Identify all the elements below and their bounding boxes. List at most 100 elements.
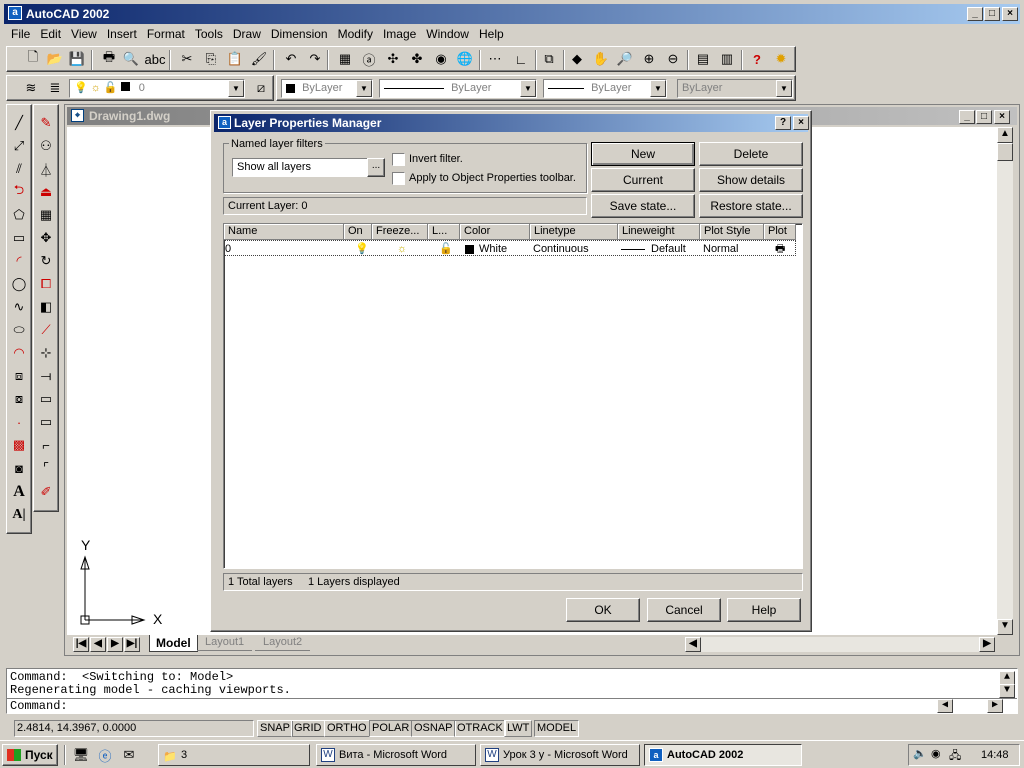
3d-orbit-icon[interactable]: ◉ — [431, 49, 451, 69]
print-preview-icon[interactable]: 🔍 — [121, 49, 141, 69]
menu-draw[interactable]: Draw — [228, 26, 266, 42]
task-word-2[interactable]: W Урок 3 у - Microsoft Word — [480, 744, 640, 766]
arc-icon[interactable]: ◜ — [9, 251, 29, 271]
delete-button[interactable]: Delete — [699, 142, 803, 166]
chevron-down-icon[interactable]: ▼ — [520, 80, 536, 97]
mirror-icon[interactable]: ⏃ — [36, 159, 56, 179]
menu-file[interactable]: File — [6, 26, 35, 42]
task-folder[interactable]: 📁 3 — [158, 744, 310, 766]
zoom-realtime-icon[interactable]: 🔎 — [615, 49, 635, 69]
design-center-icon[interactable]: ▦ — [335, 49, 355, 69]
polygon-icon[interactable]: ⬠ — [9, 205, 29, 225]
snap-toggle[interactable]: SNAP — [257, 720, 293, 737]
scroll-down-button[interactable]: ▼ — [997, 619, 1013, 635]
chevron-down-icon[interactable]: ▼ — [650, 80, 666, 97]
lock-open-icon[interactable]: 🔓 — [439, 241, 453, 257]
volume-icon[interactable]: 🔈 — [913, 747, 927, 760]
layer-previous-icon[interactable]: ≣ — [45, 78, 65, 98]
ellipse-arc-icon[interactable]: ◠ — [9, 343, 29, 363]
col-linetype[interactable]: Linetype — [530, 224, 618, 240]
object-snap-icon[interactable]: ✣ — [383, 49, 403, 69]
freeze-sun-icon[interactable]: ☼ — [397, 241, 407, 257]
line-icon[interactable]: ╱ — [9, 113, 29, 133]
layer-combo[interactable]: 💡 ☼ 🔓 0 ▼ — [69, 79, 245, 98]
maximize-button[interactable]: □ — [984, 7, 1000, 21]
chamfer-icon[interactable]: ⌐ — [36, 435, 56, 455]
distance-icon[interactable]: ∟ — [511, 49, 531, 69]
browse-web-icon[interactable]: ⓐ — [359, 49, 379, 69]
ie-icon[interactable]: ⓔ — [94, 744, 116, 766]
ucs-icon[interactable]: ⋯ — [485, 49, 505, 69]
task-autocad[interactable]: a AutoCAD 2002 — [644, 744, 802, 766]
copy-object-icon[interactable]: ⚇ — [36, 136, 56, 156]
copy-icon[interactable]: ⎘ — [201, 49, 221, 69]
col-lineweight[interactable]: Lineweight — [618, 224, 700, 240]
array-icon[interactable]: ▦ — [36, 205, 56, 225]
menu-format[interactable]: Format — [142, 26, 190, 42]
ellipse-icon[interactable]: ⬭ — [9, 320, 29, 340]
hyperlink-icon[interactable]: 🌐 — [455, 49, 475, 69]
col-name[interactable]: Name — [224, 224, 344, 240]
show-desktop-icon[interactable]: 🖥 — [70, 744, 92, 766]
lineweight-combo[interactable]: ByLayer ▼ — [543, 79, 667, 98]
h-scroll-left-button[interactable]: ◀ — [685, 637, 701, 652]
spell-check-icon[interactable]: abc — [145, 49, 166, 69]
plotstyle-combo[interactable]: ByLayer ▼ — [677, 79, 793, 98]
polar-toggle[interactable]: POLAR — [369, 720, 413, 737]
move-icon[interactable]: ✥ — [36, 228, 56, 248]
outlook-icon[interactable]: ✉ — [118, 744, 140, 766]
close-button[interactable]: × — [1002, 7, 1018, 21]
col-color[interactable]: Color — [460, 224, 530, 240]
menu-view[interactable]: View — [66, 26, 102, 42]
single-line-text-icon[interactable]: A| — [9, 505, 29, 525]
tab-model[interactable]: Model — [149, 635, 198, 652]
make-block-icon[interactable]: ⧇ — [9, 389, 29, 409]
col-plot[interactable]: Plot — [764, 224, 796, 240]
menu-insert[interactable]: Insert — [102, 26, 142, 42]
color-combo[interactable]: ByLayer ▼ — [281, 79, 373, 98]
scroll-thumb[interactable] — [997, 143, 1013, 161]
insert-block-icon[interactable]: ⧈ — [9, 366, 29, 386]
cut-icon[interactable]: ✂ — [177, 49, 197, 69]
cmd-scroll-right[interactable]: ▶ — [987, 699, 1003, 713]
redo-icon[interactable]: ↷ — [305, 49, 325, 69]
polyline-icon[interactable]: ⮌ — [9, 182, 29, 202]
trim-icon[interactable]: ⊹ — [36, 343, 56, 363]
properties-icon[interactable]: ▤ — [693, 49, 713, 69]
point-icon[interactable]: · — [9, 412, 29, 432]
task-word-1[interactable]: W Вита - Microsoft Word — [316, 744, 476, 766]
col-lock[interactable]: L... — [428, 224, 460, 240]
menu-image[interactable]: Image — [378, 26, 421, 42]
current-button[interactable]: Current — [591, 168, 695, 192]
print-icon[interactable]: 🖶 — [99, 49, 119, 69]
menu-help[interactable]: Help — [474, 26, 509, 42]
stretch-icon[interactable]: ◧ — [36, 297, 56, 317]
multiline-icon[interactable]: ⫽ — [9, 159, 29, 179]
construction-line-icon[interactable]: ⤢ — [9, 136, 29, 156]
grid-toggle[interactable]: GRID — [291, 720, 325, 737]
paste-icon[interactable]: 📋 — [225, 49, 245, 69]
cmd-scroll-up[interactable]: ▲ — [999, 671, 1015, 685]
restore-state-button[interactable]: Restore state... — [699, 194, 803, 218]
ortho-toggle[interactable]: ORTHO — [324, 720, 370, 737]
chevron-down-icon[interactable]: ▼ — [228, 80, 244, 97]
erase-icon[interactable]: ✎ — [36, 113, 56, 133]
scroll-up-button[interactable]: ▲ — [997, 127, 1013, 143]
pan-icon[interactable]: ✋ — [591, 49, 611, 69]
network-icon[interactable]: 🖧 — [949, 747, 961, 766]
prev-tab-button[interactable]: ◀ — [90, 637, 106, 652]
coordinates-display[interactable]: 2.4814, 14.3967, 0.0000 — [14, 720, 254, 737]
first-tab-button[interactable]: |◀ — [73, 637, 89, 652]
new-button[interactable]: New — [591, 142, 695, 166]
col-freeze[interactable]: Freeze... — [372, 224, 428, 240]
break-point-icon[interactable]: ▭ — [36, 389, 56, 409]
fillet-icon[interactable]: ⌜ — [36, 458, 56, 478]
vertical-scrollbar[interactable]: ▲ ▼ — [997, 127, 1013, 635]
osnap-toggle[interactable]: OSNAP — [411, 720, 456, 737]
offset-icon[interactable]: ⏏ — [36, 182, 56, 202]
dialog-close-button[interactable]: × — [793, 116, 809, 130]
filter-browse-button[interactable]: ... — [367, 158, 385, 177]
open-icon[interactable]: 📂 — [45, 49, 65, 69]
menu-modify[interactable]: Modify — [333, 26, 378, 42]
spline-icon[interactable]: ∿ — [9, 297, 29, 317]
